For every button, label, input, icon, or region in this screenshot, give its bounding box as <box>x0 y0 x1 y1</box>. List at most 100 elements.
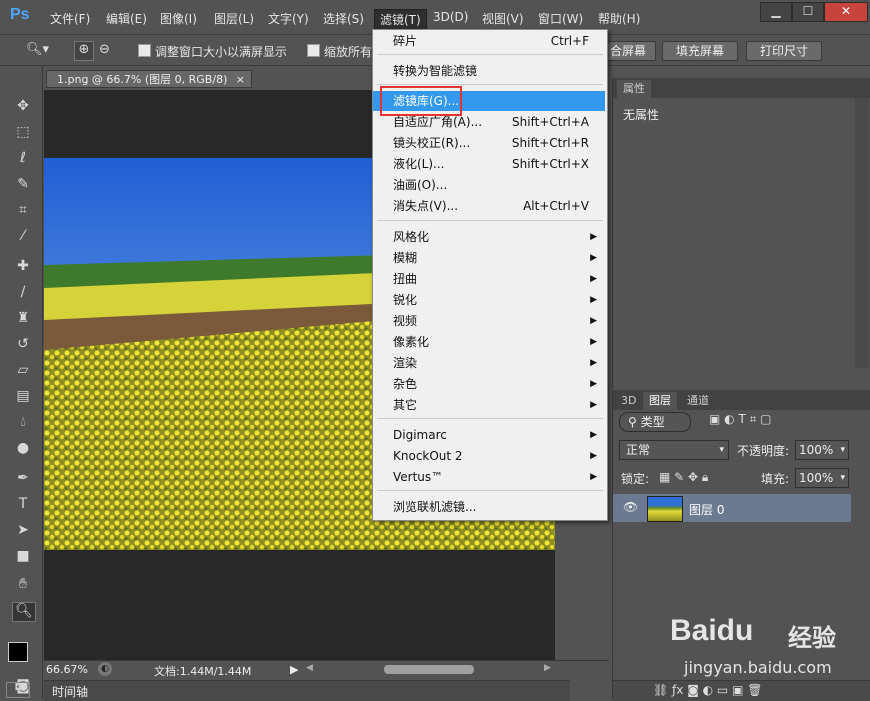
print-size-button[interactable]: 打印尺寸 <box>746 41 822 61</box>
close-tab-icon[interactable]: × <box>236 71 245 89</box>
close-window-button[interactable]: ✕ <box>824 2 868 22</box>
tab-channels[interactable]: 通道 <box>681 392 715 410</box>
oil-paint-menu-item[interactable]: 油画(O)... <box>373 175 605 195</box>
submenu-arrow-icon: ▶ <box>590 337 597 347</box>
render-menu-item[interactable]: 渲染 ▶ <box>373 353 605 373</box>
submenu-arrow-icon: ▶ <box>590 295 597 305</box>
submenu-arrow-icon: ▶ <box>590 358 597 368</box>
zoom-in-icon[interactable]: ⊕ <box>74 41 94 61</box>
liquify-menu-item[interactable]: 液化(L)... Shift+Ctrl+X <box>373 154 605 174</box>
fill-dropdown-icon[interactable]: ▾ <box>840 469 845 487</box>
menu-3d[interactable]: 3D(D) <box>433 10 468 24</box>
menu-view[interactable]: 视图(V) <box>482 10 524 27</box>
hand-tool-icon[interactable]: ✋︎ <box>12 576 34 594</box>
menu-file[interactable]: 文件(F) <box>50 10 90 27</box>
submenu-arrow-icon: ▶ <box>590 472 597 482</box>
zoom-all-checkbox[interactable] <box>307 44 320 57</box>
brush-tool-icon[interactable]: ∕ <box>12 284 34 302</box>
noise-menu-item[interactable]: 杂色 ▶ <box>373 374 605 394</box>
menu-type[interactable]: 文字(Y) <box>268 10 309 27</box>
resize-windows-checkbox[interactable] <box>138 44 151 57</box>
zoom-level[interactable]: 66.67% <box>46 663 88 676</box>
stylize-menu-item[interactable]: 风格化 ▶ <box>373 227 605 247</box>
horizontal-scrollbar[interactable] <box>384 665 474 674</box>
properties-scrollbar[interactable] <box>855 98 869 368</box>
opacity-label: 不透明度: <box>737 444 790 458</box>
scroll-right-icon[interactable]: ▶ <box>544 663 551 673</box>
sharpen-menu-item[interactable]: 锐化 ▶ <box>373 290 605 310</box>
convert-smart-filter-menu-item[interactable]: 转换为智能滤镜 <box>373 61 605 81</box>
screen-mode-icon[interactable]: ◘ <box>6 682 30 698</box>
filter-last-menu-item[interactable]: 碎片 Ctrl+F <box>373 31 605 51</box>
opacity-dropdown-icon[interactable]: ▾ <box>840 441 845 459</box>
blend-mode-select[interactable]: 正常 ▾ <box>619 440 729 460</box>
zoom-all-label: 缩放所有 <box>324 45 373 59</box>
layer-row[interactable]: 👁︎ 图层 0 <box>613 494 851 522</box>
blur-menu-item[interactable]: 模糊 ▶ <box>373 248 605 268</box>
move-tool-icon[interactable]: ✥ <box>12 98 34 116</box>
filter-kind-select[interactable]: ⚲ 类型 <box>619 412 691 432</box>
gradient-tool-icon[interactable]: ▤ <box>12 388 34 406</box>
zoom-out-icon[interactable]: ⊖ <box>99 42 110 57</box>
clone-stamp-icon[interactable]: ♜ <box>12 310 34 328</box>
baidu-watermark: Baidu 经验 jingyan.baidu.com <box>670 610 860 690</box>
pixelate-menu-item[interactable]: 像素化 ▶ <box>373 332 605 352</box>
distort-menu-item[interactable]: 扭曲 ▶ <box>373 269 605 289</box>
layer-filter-icons[interactable]: ▣ ◐ T ⌗ ▢ <box>709 412 772 427</box>
marquee-tool-icon[interactable]: ⬚ <box>12 124 34 142</box>
fill-input[interactable]: 100% ▾ <box>795 468 849 488</box>
type-tool-icon[interactable]: T <box>12 496 34 514</box>
menu-help[interactable]: 帮助(H) <box>598 10 640 27</box>
other-menu-item[interactable]: 其它 ▶ <box>373 395 605 415</box>
path-selection-icon[interactable]: ➤ <box>12 522 34 540</box>
menu-edit[interactable]: 编辑(E) <box>106 10 147 27</box>
tab-properties[interactable]: 属性 <box>617 80 651 98</box>
maximize-button[interactable]: ☐ <box>792 2 824 22</box>
video-menu-item[interactable]: 视频 ▶ <box>373 311 605 331</box>
status-info-icon[interactable]: ◐ <box>98 662 112 676</box>
eraser-tool-icon[interactable]: ▱ <box>12 362 34 380</box>
blur-tool-icon[interactable]: 💧︎ <box>12 414 34 432</box>
pen-tool-icon[interactable]: ✒ <box>12 470 34 488</box>
watermark-url: jingyan.baidu.com <box>684 658 832 677</box>
zoom-tool-preset-icon[interactable]: 🔍︎▾ <box>26 42 49 57</box>
fit-screen-button[interactable]: 合屏幕 <box>600 41 656 61</box>
status-bar: 66.67% ◐ 文档:1.44M/1.44M ▶ ◀ ▶ <box>44 660 609 679</box>
minimize-button[interactable]: ▁ <box>760 2 792 22</box>
layer-name[interactable]: 图层 0 <box>689 501 724 518</box>
browse-filters-online-menu-item[interactable]: 浏览联机滤镜... <box>373 497 605 517</box>
fill-screen-button[interactable]: 填充屏幕 <box>662 41 738 61</box>
eyedropper-tool-icon[interactable]: ⁄ <box>12 228 34 246</box>
status-menu-arrow-icon[interactable]: ▶ <box>290 663 298 676</box>
vanishing-point-menu-item[interactable]: 消失点(V)... Alt+Ctrl+V <box>373 196 605 216</box>
crop-tool-icon[interactable]: ⌗ <box>12 202 34 220</box>
menu-layer[interactable]: 图层(L) <box>214 10 254 27</box>
submenu-arrow-icon: ▶ <box>590 232 597 242</box>
digimarc-menu-item[interactable]: Digimarc ▶ <box>373 425 605 445</box>
knockout-menu-item[interactable]: KnockOut 2 ▶ <box>373 446 605 466</box>
menu-select[interactable]: 选择(S) <box>323 10 364 27</box>
lasso-tool-icon[interactable]: ℓ <box>12 150 34 168</box>
scroll-left-icon[interactable]: ◀ <box>306 663 313 673</box>
dodge-tool-icon[interactable]: ● <box>12 440 34 458</box>
lens-correction-menu-item[interactable]: 镜头校正(R)... Shift+Ctrl+R <box>373 133 605 153</box>
history-brush-icon[interactable]: ↺ <box>12 336 34 354</box>
menu-filter[interactable]: 滤镜(T) <box>374 9 427 30</box>
lock-icons[interactable]: ▦ ✎ ✥ 🔒︎ <box>659 470 708 485</box>
visibility-eye-icon[interactable]: 👁︎ <box>623 500 638 514</box>
tab-layers[interactable]: 图层 <box>643 392 677 410</box>
properties-header: 属性 <box>613 78 870 98</box>
menu-window[interactable]: 窗口(W) <box>538 10 583 27</box>
opacity-input[interactable]: 100% ▾ <box>795 440 849 460</box>
timeline-panel[interactable]: 时间轴 <box>44 680 570 701</box>
menu-image[interactable]: 图像(I) <box>160 10 197 27</box>
zoom-tool-icon[interactable]: 🔍︎ <box>12 602 36 622</box>
quick-select-tool-icon[interactable]: ✎ <box>12 176 34 194</box>
shape-tool-icon[interactable]: ■ <box>12 548 34 566</box>
tab-3d[interactable]: 3D <box>615 392 642 410</box>
blend-dropdown-icon: ▾ <box>719 445 724 455</box>
foreground-color-swatch[interactable] <box>8 642 28 662</box>
vertus-menu-item[interactable]: Vertus™ ▶ <box>373 467 605 487</box>
healing-brush-icon[interactable]: ✚ <box>12 258 34 276</box>
document-tab[interactable]: 1.png @ 66.7% (图层 0, RGB/8) × <box>46 70 252 88</box>
